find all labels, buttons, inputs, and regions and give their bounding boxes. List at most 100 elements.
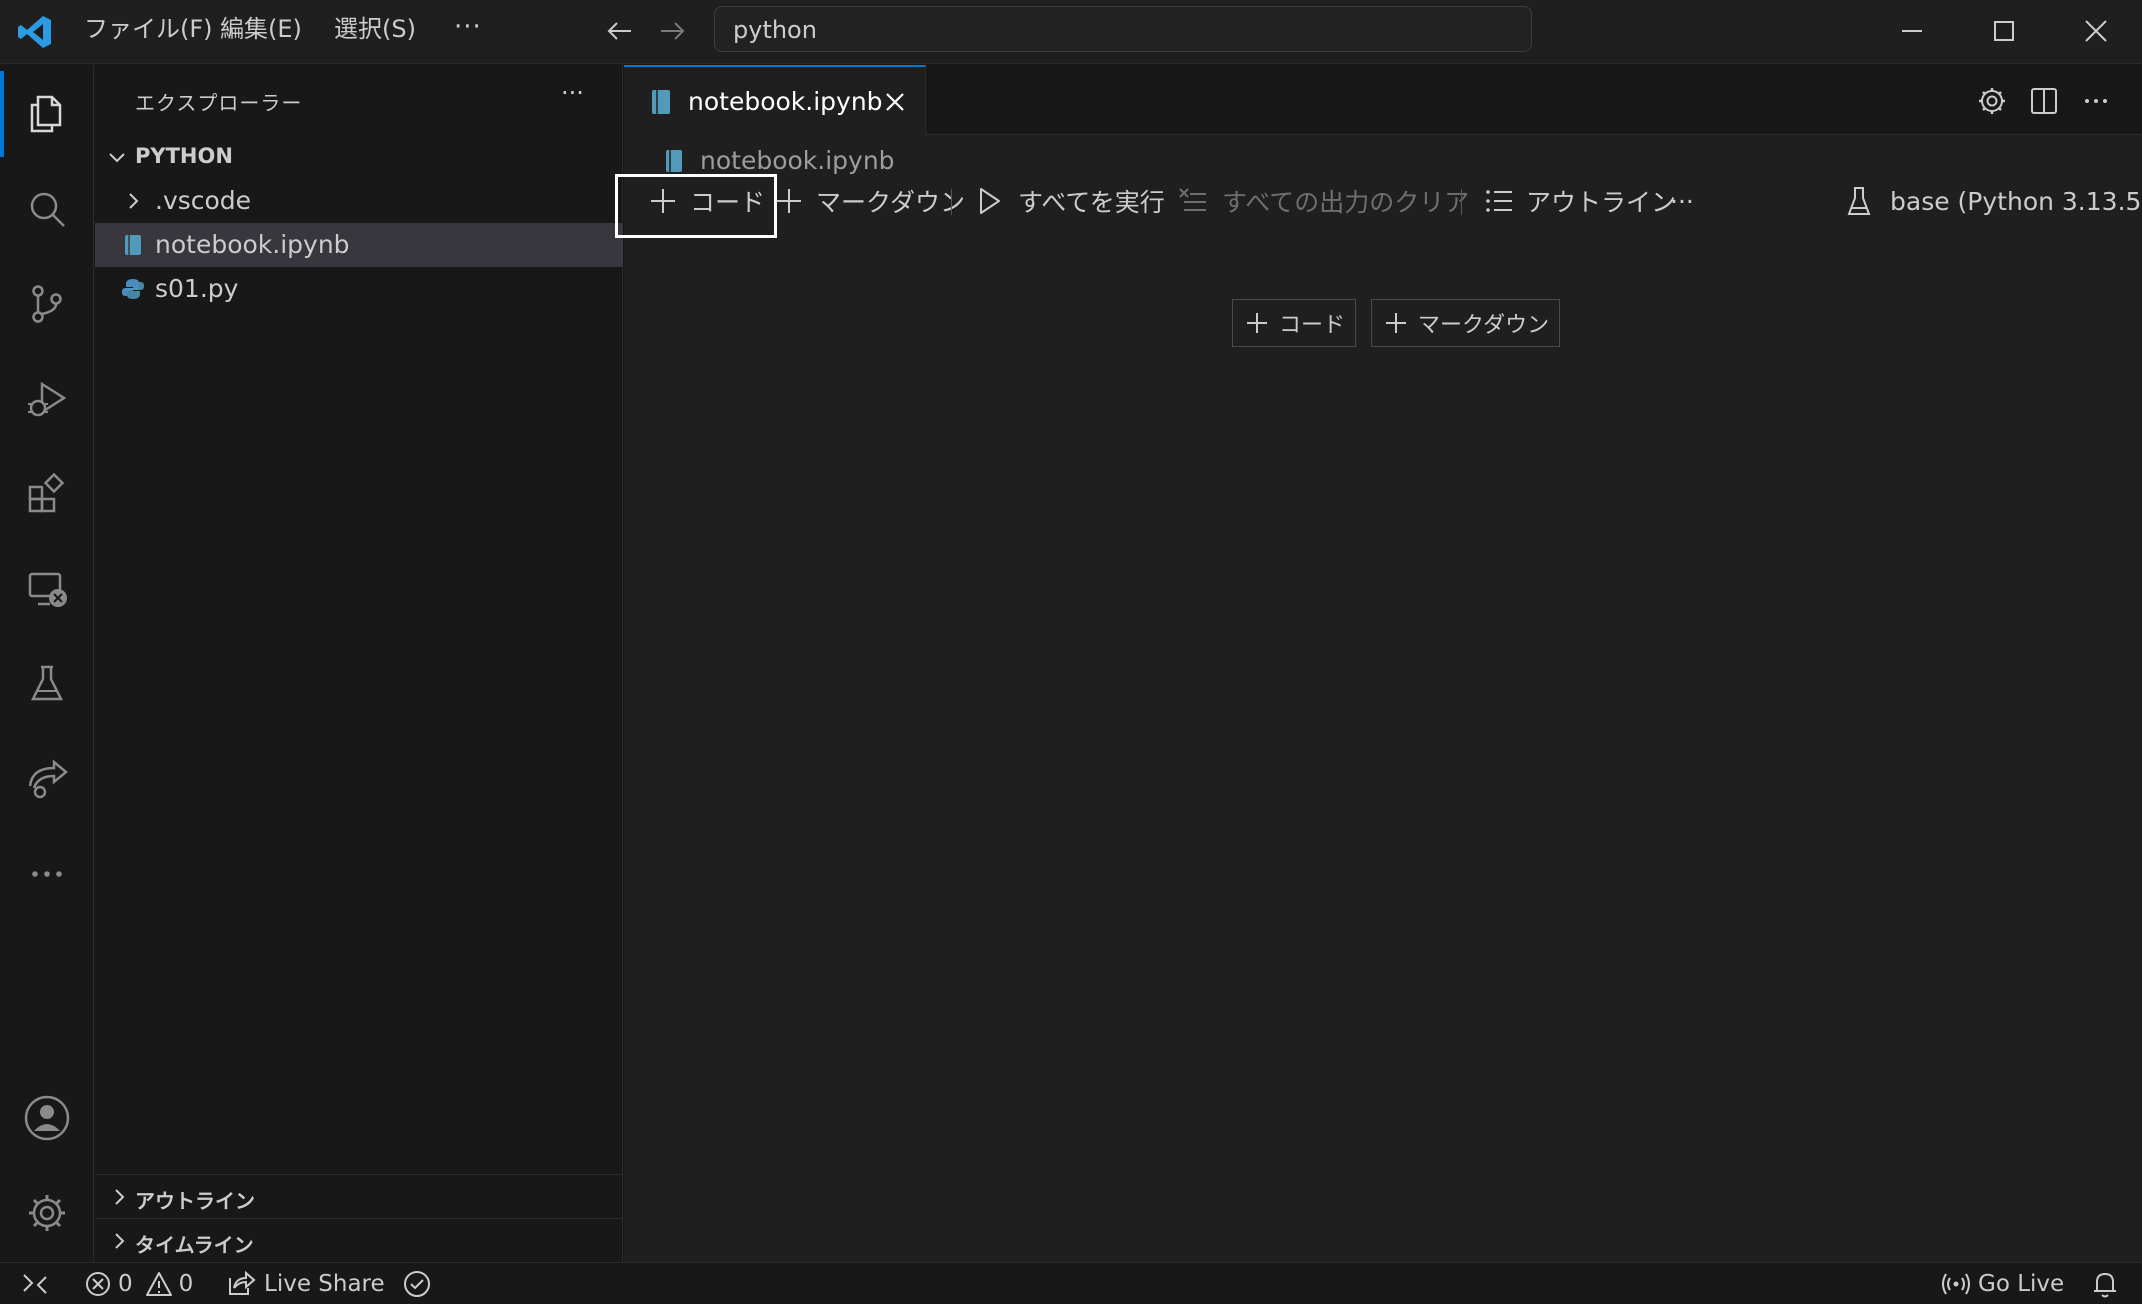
outline-section-header[interactable]: アウトライン <box>95 1174 623 1218</box>
notebook-settings-gear-icon[interactable] <box>1976 85 2008 117</box>
highlight-box <box>615 174 777 238</box>
activity-live-share[interactable] <box>0 736 94 822</box>
broadcast-icon <box>1942 1273 1970 1295</box>
notebook-file-icon <box>125 235 141 255</box>
activity-accounts[interactable] <box>0 1075 94 1161</box>
folder-section-header[interactable]: PYTHON <box>95 137 623 177</box>
sidebar-title: エクスプローラー <box>135 91 303 115</box>
bell-icon <box>2094 1272 2116 1298</box>
tree-item-label: .vscode <box>155 186 252 215</box>
chevron-right-icon <box>115 1189 125 1205</box>
account-icon <box>24 1095 70 1141</box>
notebook-file-icon <box>652 90 670 114</box>
toolbar-separator <box>1461 189 1462 215</box>
run-debug-icon <box>28 381 67 417</box>
minimize-icon[interactable] <box>1882 8 1942 54</box>
command-center-search[interactable]: python <box>714 6 1532 52</box>
live-share-status[interactable]: Live Share <box>224 1263 385 1304</box>
remote-explorer-icon <box>28 572 67 607</box>
warning-count: 0 <box>178 1271 194 1297</box>
breadcrumb-label: notebook.ipynb <box>700 146 895 175</box>
clear-all-icon <box>1179 188 1206 211</box>
more-icon <box>32 871 62 877</box>
timeline-section-label: タイムライン <box>135 1233 254 1257</box>
menu-edit[interactable]: 編集(E) <box>220 14 302 44</box>
manage-gear-icon <box>29 1195 65 1231</box>
clear-all-outputs-button[interactable]: すべての出力のクリア <box>1176 175 1469 227</box>
error-icon <box>86 1272 110 1296</box>
status-bar: 0 0 Live Share Go Live <box>0 1262 2142 1304</box>
menu-file[interactable]: ファイル(F) <box>84 14 213 44</box>
tab-notebook[interactable]: notebook.ipynb <box>624 65 926 135</box>
activity-remote-explorer[interactable] <box>0 546 94 632</box>
toolbar-more-button[interactable]: ··· <box>1670 175 1694 227</box>
activity-bar <box>0 65 94 1262</box>
toolbar-separator <box>951 189 952 215</box>
tree-item-python-file[interactable]: s01.py <box>95 267 623 311</box>
editor-more-actions-icon[interactable] <box>2080 85 2112 117</box>
activity-extensions[interactable] <box>0 451 94 537</box>
activity-testing[interactable] <box>0 641 94 727</box>
chevron-right-icon <box>115 1233 125 1249</box>
play-icon <box>980 188 1000 214</box>
live-share-icon <box>229 1270 256 1295</box>
add-markdown-cell-button[interactable]: マークダウン <box>772 175 965 227</box>
insert-markdown-cell-button[interactable]: マークダウン <box>1371 299 1561 347</box>
activity-search[interactable] <box>0 166 94 252</box>
notifications-button[interactable] <box>2090 1263 2120 1304</box>
search-text: python <box>733 16 817 44</box>
check-status[interactable] <box>402 1263 432 1304</box>
activity-explorer[interactable] <box>0 71 94 157</box>
check-circle-icon <box>404 1271 430 1297</box>
search-icon <box>30 192 65 227</box>
python-file-icon <box>122 279 144 299</box>
plus-icon <box>1247 313 1267 333</box>
tree-item-label: s01.py <box>155 274 239 303</box>
back-arrow-icon[interactable] <box>603 14 637 48</box>
error-count: 0 <box>118 1271 133 1297</box>
kernel-flask-icon <box>1847 187 1871 215</box>
tab-label: notebook.ipynb <box>688 87 883 116</box>
remote-indicator[interactable] <box>20 1263 50 1304</box>
insert-code-cell-button[interactable]: コード <box>1232 299 1357 347</box>
problems-indicator[interactable]: 0 0 <box>84 1263 193 1304</box>
notebook-toolbar: コード マークダウン すべてを実行 すべての出力のクリア アウトライン ··· … <box>624 175 2142 227</box>
split-editor-icon[interactable] <box>2028 85 2060 117</box>
remote-icon <box>23 1274 47 1294</box>
timeline-section-header[interactable]: タイムライン <box>95 1218 623 1262</box>
run-all-button[interactable]: すべてを実行 <box>972 175 1165 227</box>
close-icon[interactable] <box>882 89 908 115</box>
chevron-down-icon <box>109 153 125 163</box>
list-icon <box>1486 190 1512 212</box>
warning-icon <box>145 1272 172 1296</box>
activity-source-control[interactable] <box>0 261 94 347</box>
outline-section-label: アウトライン <box>135 1189 255 1213</box>
activity-more[interactable] <box>0 831 94 917</box>
forward-arrow-icon[interactable] <box>655 14 689 48</box>
explorer-sidebar: エクスプローラー ··· PYTHON .vscode notebook.ipy… <box>95 65 623 1262</box>
folder-name: PYTHON <box>135 144 233 168</box>
title-bar: ファイル(F) 編集(E) 選択(S) ··· python <box>0 0 2142 64</box>
go-live-button[interactable]: Go Live <box>1940 1263 2064 1304</box>
menu-selection[interactable]: 選択(S) <box>334 14 416 44</box>
outline-button[interactable]: アウトライン <box>1482 175 1676 227</box>
tree-item-label: notebook.ipynb <box>155 230 350 259</box>
explorer-icon <box>30 95 62 133</box>
source-control-icon <box>32 285 62 323</box>
activity-run-debug[interactable] <box>0 356 94 442</box>
testing-icon <box>30 665 64 701</box>
activity-manage[interactable] <box>0 1170 94 1256</box>
close-window-icon[interactable] <box>2066 8 2126 54</box>
menu-more-button[interactable]: ··· <box>454 12 482 42</box>
tree-item-vscode-folder[interactable]: .vscode <box>95 179 623 223</box>
maximize-icon[interactable] <box>1974 8 2034 54</box>
plus-icon <box>777 189 801 213</box>
extensions-icon <box>28 472 65 513</box>
live-share-icon <box>28 759 68 799</box>
kernel-picker[interactable]: base (Python 3.13.5) <box>1842 175 2142 227</box>
tree-item-notebook[interactable]: notebook.ipynb <box>95 223 623 267</box>
tab-bar: notebook.ipynb <box>624 65 2142 135</box>
sidebar-more-button[interactable]: ··· <box>561 79 584 107</box>
editor-area: notebook.ipynb notebook.ipynb コード マークダウン… <box>624 65 2142 1262</box>
notebook-file-icon <box>666 150 682 172</box>
